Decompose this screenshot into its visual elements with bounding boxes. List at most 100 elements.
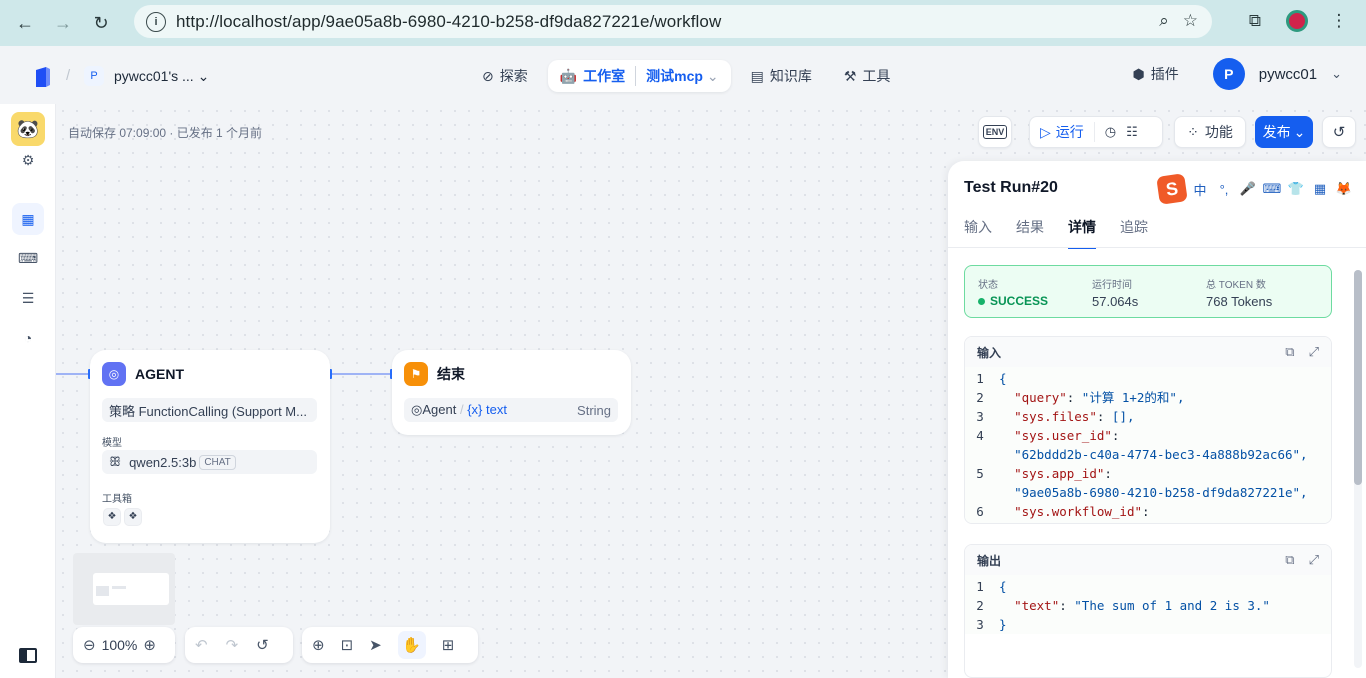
url-text[interactable]: http://localhost/app/9ae05a8b-6980-4210-…: [176, 12, 721, 32]
reload-icon[interactable]: ↻: [86, 8, 116, 38]
input-json-title: 输入: [977, 345, 1002, 360]
chevron-down-icon: ⌄: [1293, 123, 1306, 140]
expand-icon[interactable]: ⤢: [1309, 552, 1319, 568]
run-button[interactable]: ▷ 运行: [1040, 122, 1095, 142]
app-switcher[interactable]: 测试mcp ⌄: [635, 66, 719, 86]
nav-studio[interactable]: 🤖 工作室 测试mcp ⌄: [547, 60, 731, 92]
minimap[interactable]: [73, 553, 175, 625]
tab-detail[interactable]: 详情: [1068, 217, 1096, 249]
zoom-level[interactable]: 100%: [102, 637, 138, 653]
redo-icon[interactable]: ↷: [226, 636, 239, 654]
profile-icon[interactable]: [1284, 8, 1310, 34]
publish-label: 发布: [1262, 124, 1291, 140]
autosave-status: 自动保存 07:09:00 · 已发布 1 个月前: [68, 126, 263, 140]
organize-blocks-icon[interactable]: ⊞: [442, 636, 455, 654]
address-bar[interactable]: i http://localhost/app/9ae05a8b-6980-421…: [134, 5, 1212, 38]
toolbox-label: 工具箱: [102, 494, 132, 505]
checklist-icon[interactable]: ☷: [1126, 124, 1138, 140]
avatar[interactable]: P: [1212, 58, 1245, 90]
nav-tools-label: 工具: [862, 68, 891, 84]
features-button[interactable]: ⁘ 功能: [1174, 116, 1246, 148]
line-number: 6: [976, 504, 984, 519]
chevron-down-icon: ⌄: [706, 68, 719, 84]
add-node-icon[interactable]: ⊕: [312, 636, 325, 654]
status-value: SUCCESS: [978, 294, 1048, 308]
divider: [948, 247, 1366, 248]
history-icon[interactable]: ↺: [256, 636, 269, 654]
logs-icon[interactable]: ☰: [12, 282, 44, 314]
terminal-icon[interactable]: ⌨: [12, 242, 44, 274]
back-arrow-icon[interactable]: ←: [10, 8, 40, 38]
status-text: SUCCESS: [990, 294, 1049, 308]
code-line: 3}: [965, 615, 1331, 634]
test-run-panel: Test Run#20 S 中 °, 🎤 ⌨ 👕 ▦ 🦊 输入 结果 详情 追踪…: [948, 161, 1366, 678]
left-sidebar: 🐼 ⚙ ▦ ⌨ ☰ ◔: [0, 104, 56, 678]
settings-sliders-icon[interactable]: ⚙: [12, 144, 44, 176]
ime-chinese-mode[interactable]: 中: [1190, 180, 1210, 199]
panel-scrollbar-thumb[interactable]: [1354, 270, 1362, 485]
chevron-down-icon: ⌄: [197, 68, 210, 84]
line-number: [965, 483, 995, 502]
browser-menu-icon[interactable]: ⋮: [1326, 8, 1352, 34]
monitor-gauge-icon[interactable]: ◔: [12, 322, 44, 354]
env-button[interactable]: ENV: [978, 116, 1012, 148]
bookmark-star-icon[interactable]: ☆: [1183, 11, 1198, 31]
site-info-icon[interactable]: i: [146, 11, 166, 32]
extensions-icon[interactable]: ⧉: [1242, 8, 1268, 34]
nav-explore[interactable]: ⊘ 探索: [470, 60, 540, 92]
ime-toolbox-icon[interactable]: ▦: [1310, 181, 1330, 197]
expand-icon[interactable]: ⤢: [1309, 344, 1319, 360]
output-json-body[interactable]: 1{2 "text": "The sum of 1 and 2 is 3." 3}: [965, 575, 1331, 634]
run-history-icon[interactable]: ◷: [1105, 124, 1116, 140]
end-node[interactable]: ⚑ 结束 ◎Agent / {x} text String: [392, 350, 631, 435]
panel-scrollbar[interactable]: [1354, 270, 1362, 668]
tab-input[interactable]: 输入: [964, 217, 992, 249]
code-text: {: [999, 579, 1007, 594]
app-name: 测试mcp: [646, 68, 703, 84]
user-name[interactable]: pywcc01: [1259, 66, 1317, 83]
ime-mascot-icon[interactable]: 🦊: [1334, 181, 1354, 197]
plugins-button[interactable]: ⬢ 插件: [1133, 64, 1179, 84]
nav-tools[interactable]: ⚒ 工具: [832, 60, 903, 92]
tab-result[interactable]: 结果: [1016, 217, 1044, 249]
code-text: "3be10917-7b97-423d-82d4-a811ddaac145": [995, 521, 1300, 523]
workspace-selector[interactable]: pywcc01's ... ⌄: [114, 68, 209, 85]
version-history-button[interactable]: ↺: [1322, 116, 1356, 148]
ime-skin-icon[interactable]: 👕: [1286, 181, 1306, 197]
agent-node[interactable]: ◎ AGENT 策略 FunctionCalling (Support M...…: [90, 350, 330, 543]
robot-icon: 🤖: [559, 67, 578, 84]
ime-punctuation[interactable]: °,: [1214, 182, 1234, 197]
hammer-icon: ⚒: [843, 67, 857, 84]
undo-icon[interactable]: ↶: [195, 636, 208, 654]
publish-button[interactable]: 发布 ⌄: [1255, 116, 1313, 148]
app-logo-icon[interactable]: [34, 66, 52, 88]
line-number: 5: [976, 466, 984, 481]
code-text: "9ae05a8b-6980-4210-b258-df9da827221e",: [1014, 485, 1308, 500]
hand-icon[interactable]: ✋: [397, 631, 426, 659]
run-time-label: 运行时间: [1092, 280, 1132, 291]
workflow-orchestrate-icon[interactable]: ▦: [12, 203, 44, 235]
sogou-ime-icon[interactable]: S: [1156, 173, 1188, 205]
input-json-body[interactable]: 1{2 "query": "计算 1+2的和", 3 "sys.files": […: [965, 367, 1331, 523]
code-line: "3be10917-7b97-423d-82d4-a811ddaac145": [965, 521, 1331, 523]
model-label: 模型: [102, 438, 122, 449]
pointer-icon[interactable]: ➤: [369, 636, 382, 654]
zoom-lens-icon[interactable]: ⌕: [1159, 11, 1169, 31]
success-dot-icon: [978, 297, 985, 305]
copy-icon[interactable]: ⧉: [1285, 344, 1294, 360]
chevron-down-icon[interactable]: ⌄: [1331, 66, 1342, 82]
zoom-out-icon[interactable]: ⊖: [83, 636, 96, 654]
tab-trace[interactable]: 追踪: [1120, 217, 1148, 249]
code-text: {: [999, 371, 1007, 386]
browser-toolbar: ← → ↻ i http://localhost/app/9ae05a8b-69…: [0, 0, 1366, 46]
add-note-icon[interactable]: ⊡: [341, 636, 354, 654]
ime-keyboard-icon[interactable]: ⌨: [1262, 181, 1282, 197]
forward-arrow-icon[interactable]: →: [48, 8, 78, 38]
zoom-controls: ⊖ 100% ⊕: [73, 627, 175, 663]
sidebar-collapse-icon[interactable]: [19, 648, 37, 663]
ime-mic-icon[interactable]: 🎤: [1238, 181, 1258, 197]
zoom-in-icon[interactable]: ⊕: [143, 636, 156, 654]
copy-icon[interactable]: ⧉: [1285, 552, 1294, 568]
app-avatar-icon[interactable]: 🐼: [11, 112, 45, 146]
nav-knowledge[interactable]: ▤ 知识库: [739, 60, 824, 92]
